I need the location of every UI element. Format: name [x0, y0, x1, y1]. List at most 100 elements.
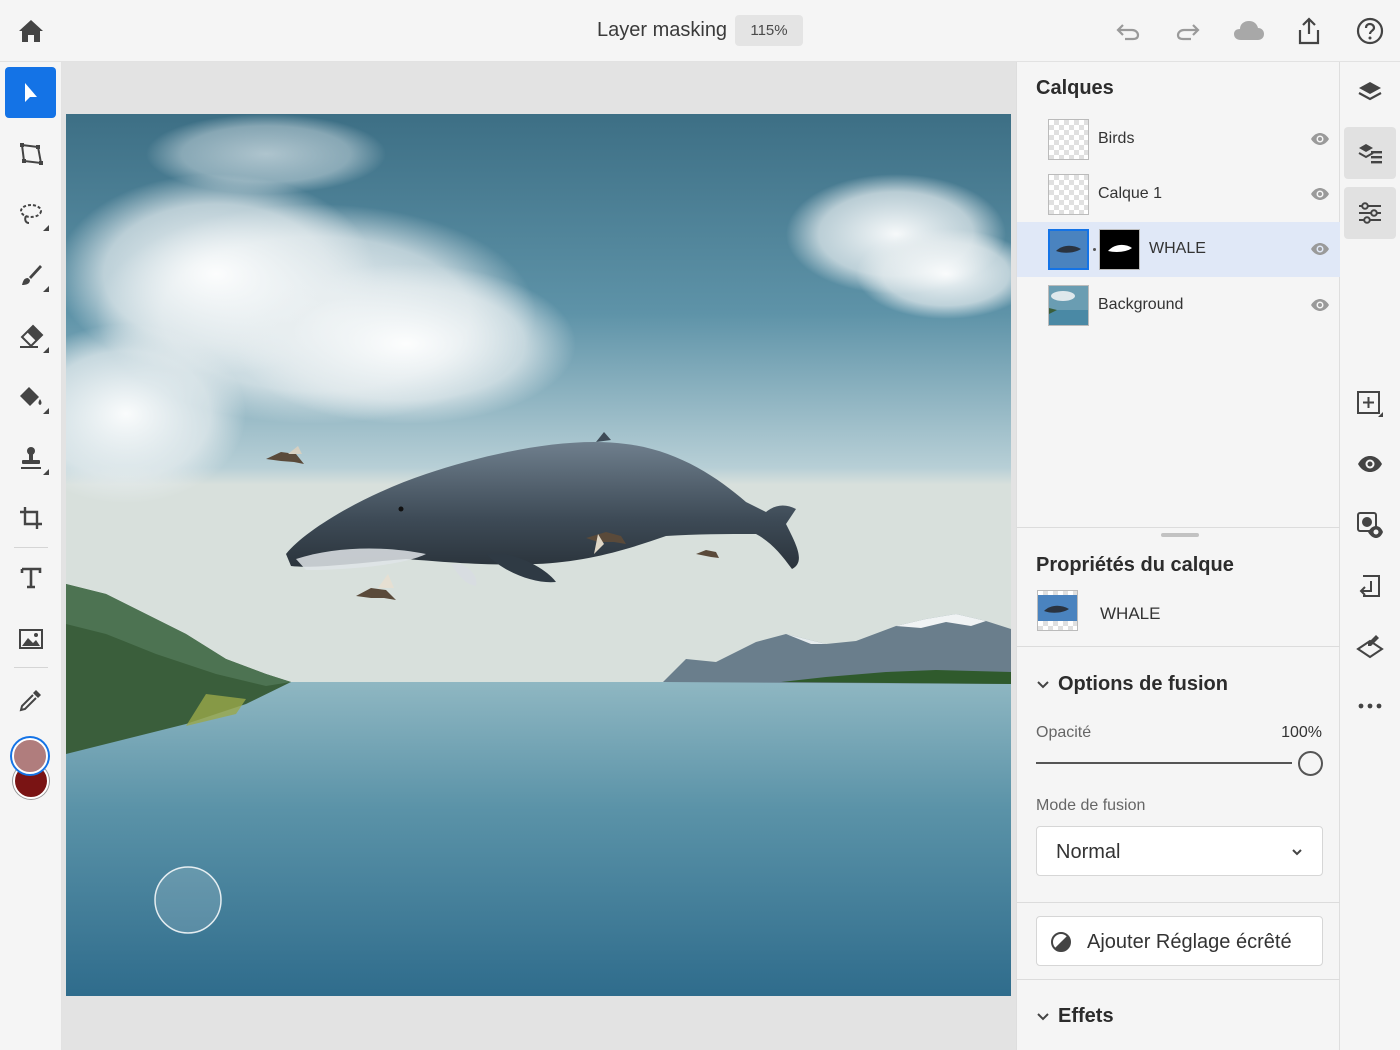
chevron-down-icon: [1037, 1012, 1049, 1020]
eye-icon[interactable]: [1310, 239, 1330, 259]
adjustments-button[interactable]: [1344, 187, 1396, 239]
mask-button[interactable]: [1344, 499, 1396, 551]
zoom-level[interactable]: 115%: [735, 15, 803, 46]
home-icon: [19, 20, 43, 42]
layers-icon: [1358, 82, 1382, 101]
type-tool[interactable]: [5, 552, 56, 603]
touch-modifier[interactable]: [154, 866, 222, 934]
lasso-icon: [19, 203, 42, 224]
document-title: Layer masking: [597, 19, 728, 41]
opacity-slider-thumb[interactable]: [1298, 751, 1323, 776]
transform-tool[interactable]: [5, 128, 56, 179]
place-image-tool[interactable]: [5, 613, 56, 664]
brush-icon: [21, 264, 42, 285]
tool-bar: [0, 62, 62, 1050]
layers-button[interactable]: [1344, 66, 1396, 118]
visibility-icon: [1358, 456, 1382, 472]
opacity-label: Opacité: [1036, 724, 1092, 741]
help-button[interactable]: [1353, 14, 1387, 48]
paint-bucket-icon: [19, 386, 41, 406]
properties-layer-name: WHALE: [1100, 604, 1161, 623]
canvas-area[interactable]: [62, 62, 1016, 1050]
eye-icon[interactable]: [1310, 129, 1330, 149]
eye-icon[interactable]: [1310, 295, 1330, 315]
sea: [66, 682, 1011, 996]
panel-divider: [1017, 646, 1340, 647]
clone-stamp-tool[interactable]: [5, 432, 56, 483]
layer-thumbnail: [1048, 285, 1089, 326]
eyedropper-tool[interactable]: [5, 674, 56, 725]
undo-button[interactable]: [1111, 14, 1145, 48]
panel-divider: [1017, 527, 1340, 528]
layer-thumbnail[interactable]: [1048, 229, 1089, 270]
layer-name: Calque 1: [1098, 185, 1163, 202]
blend-options-header[interactable]: Options de fusion: [1036, 673, 1228, 696]
more-icon: [1358, 703, 1382, 709]
lasso-tool[interactable]: [5, 188, 56, 239]
crop-icon: [19, 506, 42, 529]
submenu-indicator: [43, 469, 49, 475]
eye-icon[interactable]: [1310, 184, 1330, 204]
layer-row-birds[interactable]: Birds: [1017, 112, 1340, 167]
layer-mask-thumbnail[interactable]: [1099, 229, 1140, 270]
import-button[interactable]: [1344, 560, 1396, 612]
layer-name: Birds: [1098, 130, 1135, 147]
cloud-status[interactable]: [1232, 14, 1266, 48]
select-tool[interactable]: [5, 67, 56, 118]
properties-layer-thumbnail: [1037, 590, 1078, 631]
erase-layer-button[interactable]: [1344, 620, 1396, 672]
blend-mode-value: Normal: [1056, 841, 1121, 863]
panel-rail: [1340, 62, 1400, 1050]
panel-resize-handle[interactable]: [1161, 533, 1199, 537]
share-button[interactable]: [1292, 14, 1326, 48]
crop-tool[interactable]: [5, 492, 56, 543]
more-button[interactable]: [1344, 680, 1396, 732]
brush-tool[interactable]: [5, 249, 56, 300]
eraser-tool[interactable]: [5, 310, 56, 361]
foreground-color-swatch[interactable]: [12, 738, 48, 774]
eraser-icon: [19, 324, 43, 348]
stamp-icon: [20, 446, 41, 469]
mask-link-icon: [1093, 248, 1096, 251]
layer-list-icon: [1358, 144, 1382, 164]
layer-name: WHALE: [1149, 240, 1206, 257]
effects-header[interactable]: Effets: [1036, 1005, 1114, 1028]
help-icon: [1356, 17, 1384, 45]
visibility-button[interactable]: [1344, 438, 1396, 490]
layer-list-button[interactable]: [1344, 127, 1396, 179]
adjustment-circle-icon: [1051, 932, 1071, 952]
tool-separator: [14, 547, 48, 548]
layer-thumbnail: [1048, 119, 1089, 160]
add-clipped-adjustment-label: Ajouter Réglage écrêté: [1087, 931, 1292, 953]
eyedropper-icon: [19, 689, 41, 711]
home-button[interactable]: [14, 14, 48, 48]
mask-icon: [1357, 512, 1383, 538]
image-icon: [18, 628, 43, 649]
layers-panel: Calques Birds Calque 1 WHALE Background …: [1016, 62, 1340, 1050]
transform-icon: [19, 142, 43, 165]
opacity-slider-track[interactable]: [1036, 762, 1292, 764]
layer-row-background[interactable]: Background: [1017, 278, 1340, 333]
arrow-cursor-icon: [24, 82, 37, 102]
tool-separator: [14, 667, 48, 668]
chevron-down-icon: [1292, 849, 1302, 856]
artwork[interactable]: [66, 114, 1011, 996]
type-icon: [20, 567, 41, 588]
blend-options-label: Options de fusion: [1058, 673, 1228, 695]
opacity-value: 100%: [1281, 724, 1322, 741]
add-clipped-adjustment-button[interactable]: Ajouter Réglage écrêté: [1036, 916, 1323, 966]
fill-tool[interactable]: [5, 371, 56, 422]
blend-mode-select[interactable]: Normal: [1036, 826, 1323, 876]
redo-button[interactable]: [1171, 14, 1205, 48]
add-layer-icon: [1357, 391, 1383, 417]
chevron-down-icon: [1037, 680, 1049, 688]
layer-row-whale[interactable]: WHALE: [1017, 222, 1340, 277]
add-layer-button[interactable]: [1344, 378, 1396, 430]
layers-panel-title: Calques: [1036, 77, 1114, 99]
layer-row-calque-1[interactable]: Calque 1: [1017, 167, 1340, 222]
panel-divider: [1017, 979, 1340, 980]
layer-name: Background: [1098, 296, 1184, 313]
cloud-icon: [1234, 21, 1264, 40]
submenu-indicator: [43, 408, 49, 414]
composite-image: [66, 114, 1011, 996]
